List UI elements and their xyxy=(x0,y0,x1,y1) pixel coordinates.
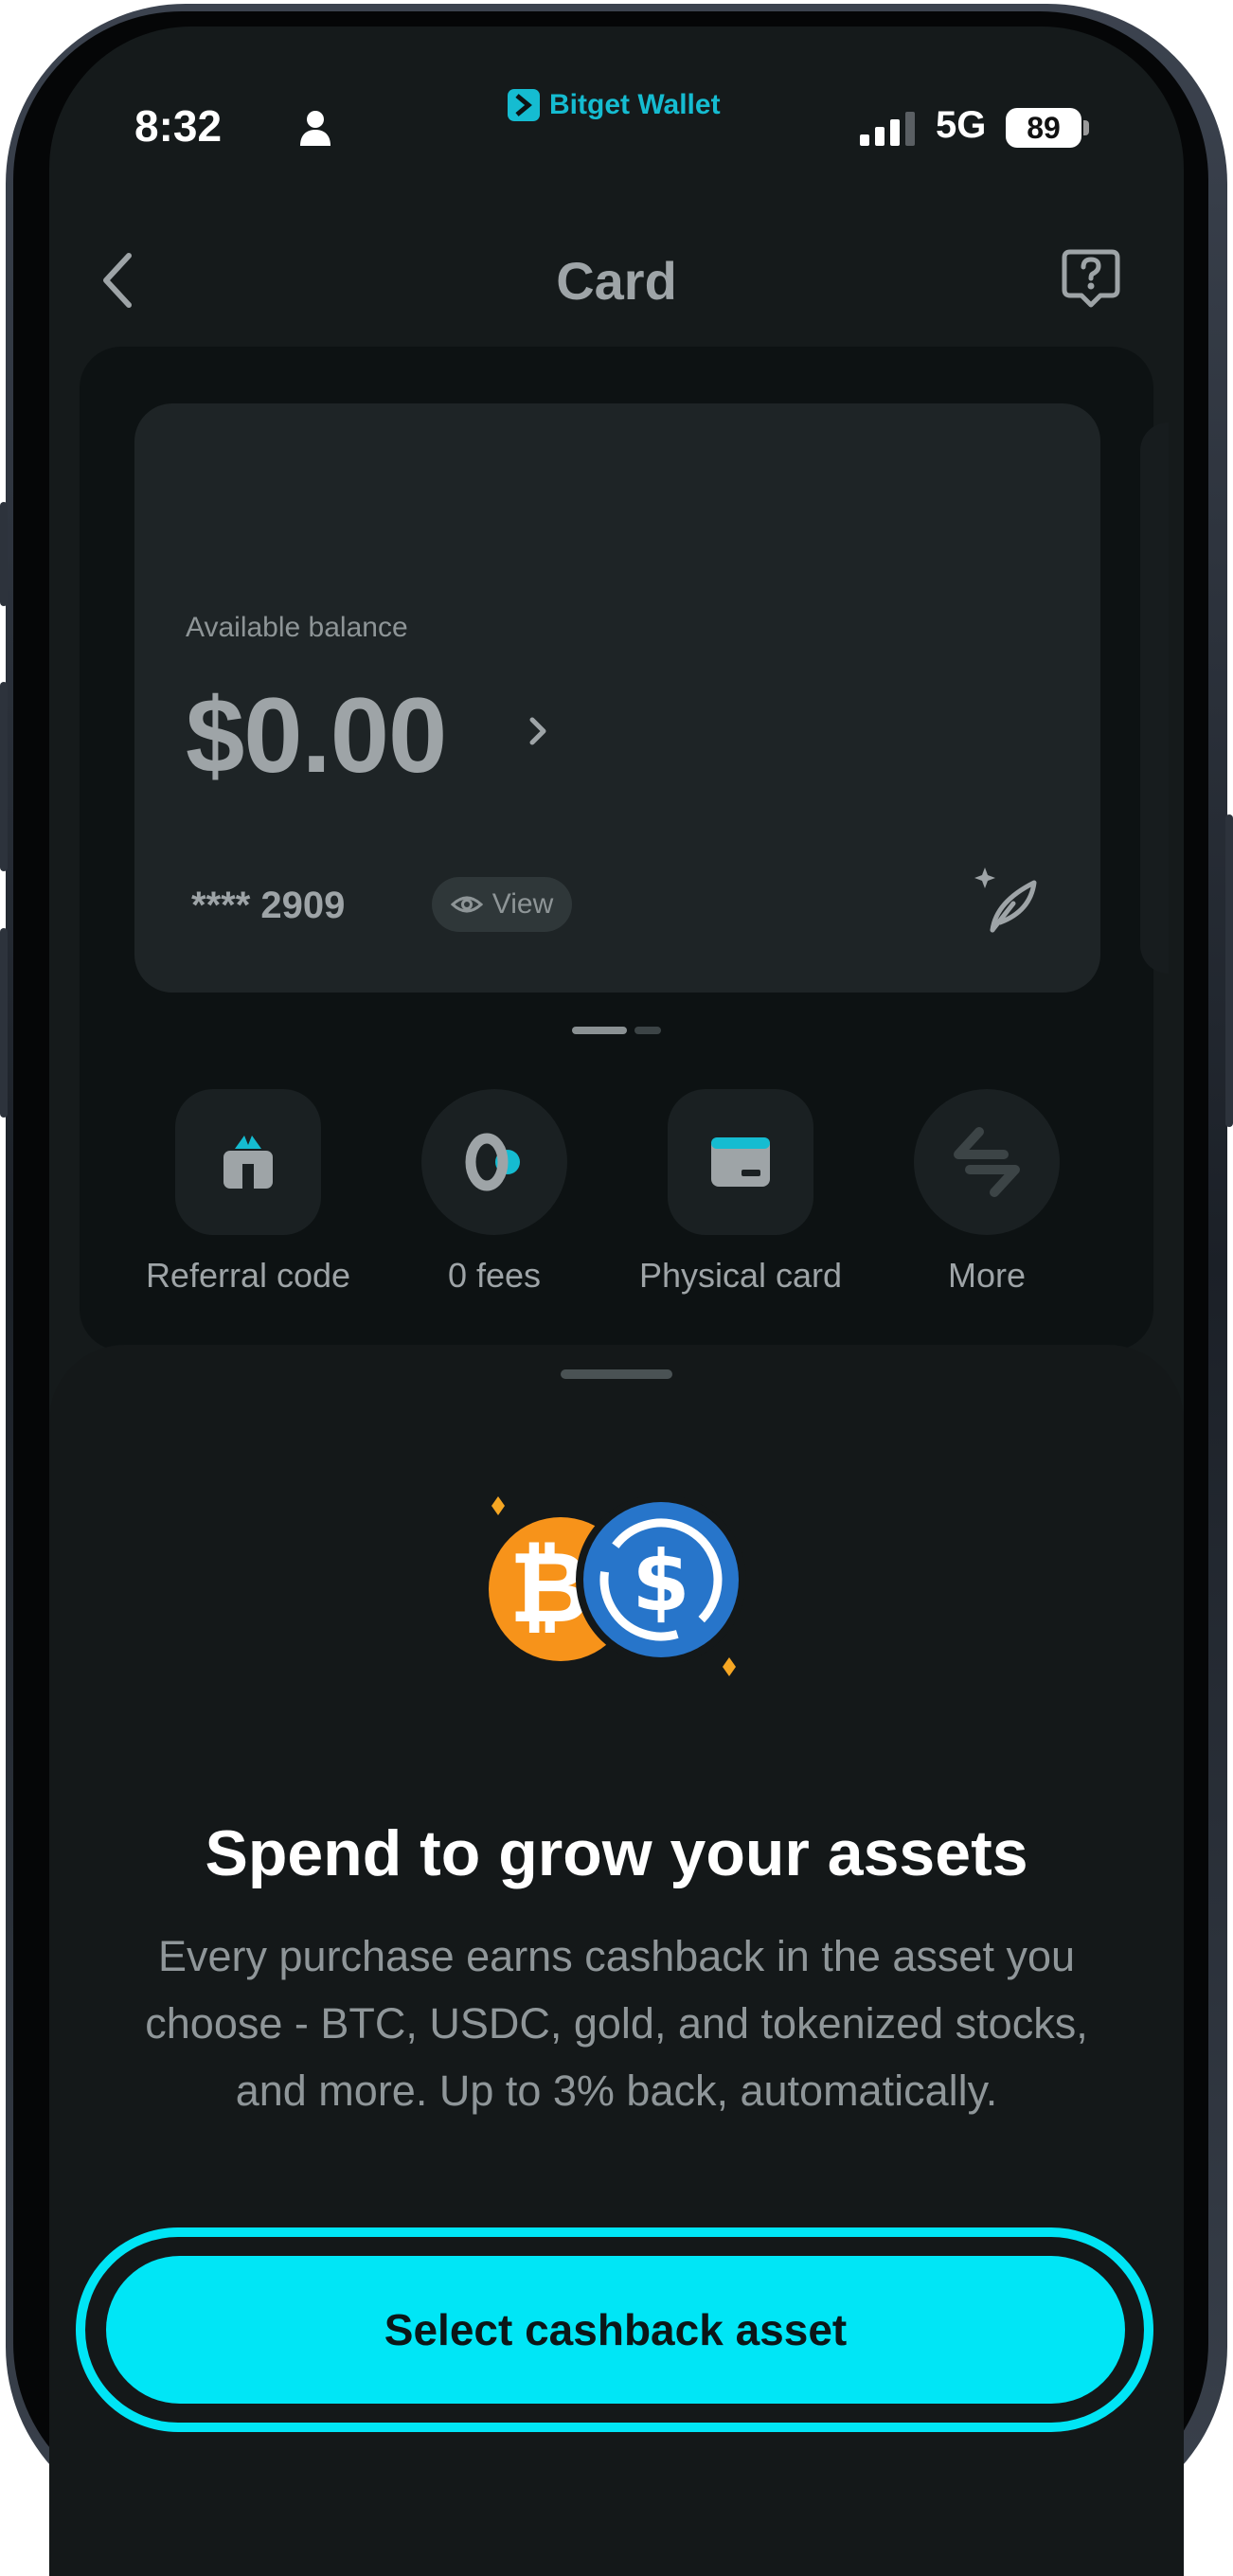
status-time: 8:32 xyxy=(134,101,223,151)
action-button xyxy=(0,502,8,606)
power-button xyxy=(1225,814,1233,1127)
view-card-label: View xyxy=(491,888,554,920)
physical-card-icon xyxy=(711,1137,770,1187)
gift-icon xyxy=(223,1136,273,1189)
sparkle-icon xyxy=(723,1657,736,1676)
physical-card-action[interactable]: Physical card xyxy=(617,1089,864,1296)
volume-up-button xyxy=(0,682,8,871)
more-arrows-icon xyxy=(954,1127,1020,1197)
volume-down-button xyxy=(0,928,8,1118)
physical-card-label: Physical card xyxy=(638,1256,843,1295)
battery-indicator: 89 xyxy=(1006,108,1081,148)
more-tile[interactable] xyxy=(914,1089,1060,1235)
eye-icon xyxy=(450,896,483,913)
network-type: 5G xyxy=(936,104,987,146)
zero-fees-label: 0 fees xyxy=(447,1256,542,1295)
battery-tip xyxy=(1083,120,1089,135)
usdc-coin-icon: $ xyxy=(576,1494,746,1665)
referral-code-tile[interactable] xyxy=(175,1089,321,1235)
pagination-dot-active[interactable] xyxy=(572,1027,627,1034)
balance-label: Available balance xyxy=(186,612,408,643)
page-title: Card xyxy=(556,251,677,311)
next-card-peek[interactable] xyxy=(1140,422,1169,974)
select-cashback-asset-button[interactable]: Select cashback asset xyxy=(106,2256,1125,2404)
zero-fees-action[interactable]: 0 fees xyxy=(371,1089,617,1296)
physical-card-tile[interactable] xyxy=(668,1089,813,1235)
svg-text:$: $ xyxy=(632,1532,689,1630)
chevron-right-icon[interactable] xyxy=(527,712,549,750)
cashback-coins-illustration: ₿ $ xyxy=(489,1494,746,1676)
more-action[interactable]: More xyxy=(864,1089,1110,1296)
brand-logo: Bitget Wallet xyxy=(508,89,721,121)
bitget-logo-icon xyxy=(508,89,540,121)
carousel-pagination xyxy=(572,1027,661,1034)
signal-icon xyxy=(860,112,915,146)
pagination-dot[interactable] xyxy=(634,1027,661,1034)
person-icon xyxy=(300,111,331,146)
view-card-button[interactable]: View xyxy=(432,877,572,932)
sheet-title: Spend to grow your assets xyxy=(205,1817,1028,1889)
sheet-drag-handle[interactable] xyxy=(561,1369,672,1379)
balance-amount[interactable]: $0.00 xyxy=(186,674,447,796)
sparkle-feather-icon[interactable] xyxy=(972,864,1040,936)
card-number: **** 2909 xyxy=(191,885,346,926)
zero-fees-icon xyxy=(465,1133,520,1191)
sparkle-icon xyxy=(491,1496,505,1515)
zero-fees-tile[interactable] xyxy=(421,1089,567,1235)
referral-code-label: Referral code xyxy=(145,1256,351,1295)
brand-name: Bitget Wallet xyxy=(549,89,721,120)
referral-code-action[interactable]: Referral code xyxy=(125,1089,371,1296)
more-label: More xyxy=(947,1256,1027,1295)
help-icon[interactable] xyxy=(1061,248,1121,311)
sheet-description: Every purchase earns cashback in the ass… xyxy=(145,1932,1088,2115)
